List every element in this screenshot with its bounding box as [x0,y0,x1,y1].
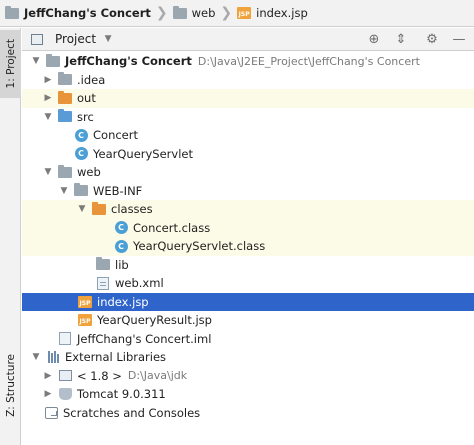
tree-row-yearqueryresult[interactable]: JSP YearQueryResult.jsp [22,311,474,330]
tree-label: YearQueryServlet [93,146,193,161]
tree-row-indexjsp[interactable]: JSP index.jsp [22,292,474,311]
xml-file-icon [96,276,110,290]
module-file-icon [58,332,72,346]
chevron-down-icon[interactable]: ▼ [30,55,42,67]
breadcrumb-index[interactable]: JSP index.jsp [237,0,308,27]
tree-label: YearQueryResult.jsp [97,313,212,328]
folder-icon [74,183,88,197]
tree-row-lib[interactable]: lib [22,256,474,275]
tree-row-iml[interactable]: JeffChang's Concert.iml [22,330,474,349]
breadcrumb-index-label: index.jsp [256,6,308,20]
tree-row-scratches[interactable]: Scratches and Consoles [22,404,474,423]
tree-label: web [77,165,101,180]
tree-row-webinf[interactable]: ▼ WEB-INF [22,182,474,201]
tree-row-yearqueryservlet[interactable]: C YearQueryServlet [22,145,474,164]
tree-path: D:\Java\jdk [127,369,188,383]
breadcrumb-web-label: web [191,6,216,20]
tree-row-concert-class[interactable]: C Concert.class [22,218,474,237]
tree-label: JeffChang's Concert.iml [77,331,212,346]
chevron-right-icon[interactable]: ▶ [42,74,54,86]
project-folder-icon [46,53,60,68]
breadcrumb-separator: ❯ [220,5,233,21]
breadcrumb-project-label: JeffChang's Concert [24,6,151,20]
jsp-file-icon: JSP [78,314,92,327]
folder-icon [96,257,110,271]
tree-label: Concert.class [133,220,211,235]
hide-icon[interactable]: — [452,32,466,47]
breadcrumb-separator: ❯ [155,5,168,21]
folder-icon [58,72,72,86]
web-folder-icon [172,5,187,20]
tree-label: Tomcat 9.0.311 [77,387,166,402]
tree-label: src [77,109,94,124]
breadcrumb-project[interactable]: JeffChang's Concert [5,0,151,27]
library-icon [46,351,60,364]
tree-row-idea[interactable]: ▶ .idea [22,71,474,90]
tree-row-jdk[interactable]: ▶ < 1.8 > D:\Java\jdk [22,367,474,386]
tree-path: D:\Java\J2EE_Project\JeffChang's Concert [197,54,420,68]
tree-label: index.jsp [97,294,149,309]
tree-label: Scratches and Consoles [63,405,201,420]
panel-title[interactable]: Project [55,32,96,46]
class-icon: C [74,147,88,161]
chevron-down-icon[interactable]: ▼ [76,203,88,215]
tree-label: .idea [77,72,106,87]
tree-label: lib [115,257,129,272]
class-icon: C [114,239,128,253]
class-icon: C [74,128,88,142]
tomcat-icon [58,388,72,401]
breadcrumb: JeffChang's Concert ❯ web ❯ JSP index.js… [0,0,474,27]
project-view-icon [30,33,44,46]
chevron-right-icon[interactable]: ▶ [42,388,54,400]
jdk-icon [58,369,72,382]
source-folder-icon [58,109,72,123]
chevron-right-icon[interactable]: ▶ [42,370,54,382]
excluded-folder-icon [92,201,106,216]
tree-label: web.xml [115,276,164,291]
tree-label: YearQueryServlet.class [133,239,266,254]
target-icon[interactable]: ⊕ [367,32,381,47]
scratches-icon [44,406,58,419]
web-folder-icon [58,164,72,179]
tree-row-web[interactable]: ▼ web [22,163,474,182]
chevron-down-icon[interactable]: ▼ [42,166,54,178]
project-folder-icon [5,5,19,20]
tab-project-label: 1: Project [4,39,17,89]
chevron-down-icon[interactable]: ▼ [58,185,70,197]
chevron-right-icon[interactable]: ▶ [42,92,54,104]
collapse-all-icon[interactable]: ⇕ [394,32,408,47]
class-icon: C [114,221,128,235]
tree-row-src[interactable]: ▼ src [22,108,474,127]
tree-label: out [77,91,96,106]
tree-label: Concert [93,128,138,143]
breadcrumb-web[interactable]: web [172,0,216,27]
tree-row-tomcat[interactable]: ▶ Tomcat 9.0.311 [22,385,474,404]
excluded-folder-icon [58,90,72,105]
chevron-down-icon[interactable]: ▼ [102,33,114,45]
jsp-file-icon: JSP [78,295,92,308]
chevron-down-icon[interactable]: ▼ [42,111,54,123]
tab-structure[interactable]: Z: Structure [0,346,21,424]
jsp-file-icon: JSP [237,7,252,20]
settings-icon[interactable]: ⚙ [425,32,439,47]
project-tree: ▼ JeffChang's Concert D:\Java\J2EE_Proje… [22,52,474,422]
tree-row-yearqueryservlet-class[interactable]: C YearQueryServlet.class [22,237,474,256]
tree-label: classes [111,202,153,217]
project-panel-header: Project ▼ ⊕ ⇕ ⚙ — [22,28,474,51]
tree-row-out[interactable]: ▶ out [22,89,474,108]
tree-row-classes[interactable]: ▼ classes [22,200,474,219]
tree-row-root[interactable]: ▼ JeffChang's Concert D:\Java\J2EE_Proje… [22,52,474,71]
chevron-down-icon[interactable]: ▼ [30,351,42,363]
tab-structure-label: Z: Structure [4,353,17,417]
left-tool-strip: 1: Project Z: Structure [0,28,21,445]
tree-row-external-libraries[interactable]: ▼ External Libraries [22,348,474,367]
tree-label: External Libraries [65,350,167,365]
tree-label: JeffChang's Concert [65,54,192,69]
tab-project[interactable]: 1: Project [0,30,21,98]
tree-label: WEB-INF [93,183,143,198]
tree-label: < 1.8 > [77,368,122,383]
tree-row-concert[interactable]: C Concert [22,126,474,145]
tree-row-webxml[interactable]: web.xml [22,274,474,293]
